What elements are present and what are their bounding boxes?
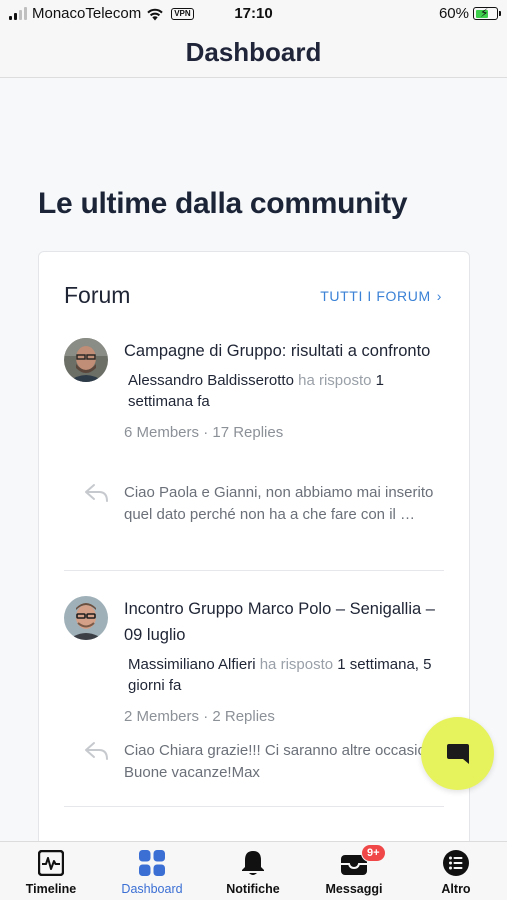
- divider: [64, 570, 444, 571]
- divider: [64, 806, 444, 807]
- status-bar: MonacoTelecom VPN 17:10 60% ⚡: [0, 0, 507, 28]
- tab-label[interactable]: Notifiche: [203, 882, 303, 896]
- topic-title[interactable]: Campagne di Gruppo: risultati a confront…: [124, 338, 446, 364]
- avatar[interactable]: [64, 338, 108, 382]
- topic-action: ha risposto: [259, 656, 334, 673]
- reply-icon: [85, 484, 108, 502]
- bell-icon[interactable]: [240, 849, 266, 877]
- forum-card: Forum TUTTI I FORUM › Campagne di Gruppo…: [38, 251, 470, 841]
- reply-icon: [85, 742, 108, 760]
- topic-title[interactable]: Incontro Gruppo Marco Polo – Senigallia …: [124, 596, 446, 648]
- forum-card-title: Forum: [64, 282, 131, 308]
- app-header: Dashboard: [0, 28, 507, 78]
- topic-action: ha risposto: [298, 372, 372, 389]
- topic-author[interactable]: Massimiliano Alfieri: [128, 656, 256, 673]
- grid-icon[interactable]: [138, 849, 166, 877]
- new-message-button[interactable]: [421, 717, 494, 790]
- tab-altro[interactable]: Altro: [406, 848, 506, 896]
- tab-dashboard[interactable]: Dashboard: [102, 848, 202, 896]
- topic-meta: Massimiliano Alfieri ha risposto 1 setti…: [124, 654, 446, 696]
- all-forums-link[interactable]: TUTTI I FORUM ›: [320, 288, 442, 304]
- tab-label[interactable]: Timeline: [1, 882, 101, 896]
- avatar[interactable]: [64, 596, 108, 640]
- messages-badge: 9+: [361, 844, 386, 862]
- list-icon[interactable]: [442, 849, 470, 877]
- reply-excerpt[interactable]: Ciao Paola e Gianni, non abbiamo mai ins…: [124, 482, 446, 526]
- topic-meta: Alessandro Baldisserotto ha risposto 1 s…: [124, 370, 446, 412]
- tab-messaggi[interactable]: 9+ Messaggi: [304, 844, 404, 896]
- section-title: Le ultime dalla community: [38, 187, 408, 220]
- tab-notifiche[interactable]: Notifiche: [203, 848, 303, 896]
- clock: 17:10: [234, 5, 273, 22]
- topic-stats: 6 Members · 17 Replies: [124, 424, 284, 441]
- chat-icon[interactable]: [444, 740, 472, 768]
- topic-stats: 2 Members · 2 Replies: [124, 708, 275, 725]
- chevron-right-icon[interactable]: ›: [437, 288, 442, 304]
- tab-label[interactable]: Altro: [406, 882, 506, 896]
- page-title: Dashboard: [185, 37, 322, 67]
- reply-excerpt[interactable]: Ciao Chiara grazie!!! Ci saranno altre o…: [124, 740, 446, 784]
- all-forums-label[interactable]: TUTTI I FORUM: [320, 288, 430, 304]
- battery-percent: 60%: [438, 5, 469, 22]
- activity-icon[interactable]: [38, 850, 64, 876]
- tab-label[interactable]: Dashboard: [102, 882, 202, 896]
- battery-icon: ⚡: [473, 6, 501, 20]
- tab-label[interactable]: Messaggi: [304, 882, 404, 896]
- topic-author[interactable]: Alessandro Baldisserotto: [128, 372, 294, 389]
- tab-timeline[interactable]: Timeline: [1, 848, 101, 896]
- tab-bar: Timeline Dashboard Notifiche 9+ Messaggi…: [0, 841, 507, 900]
